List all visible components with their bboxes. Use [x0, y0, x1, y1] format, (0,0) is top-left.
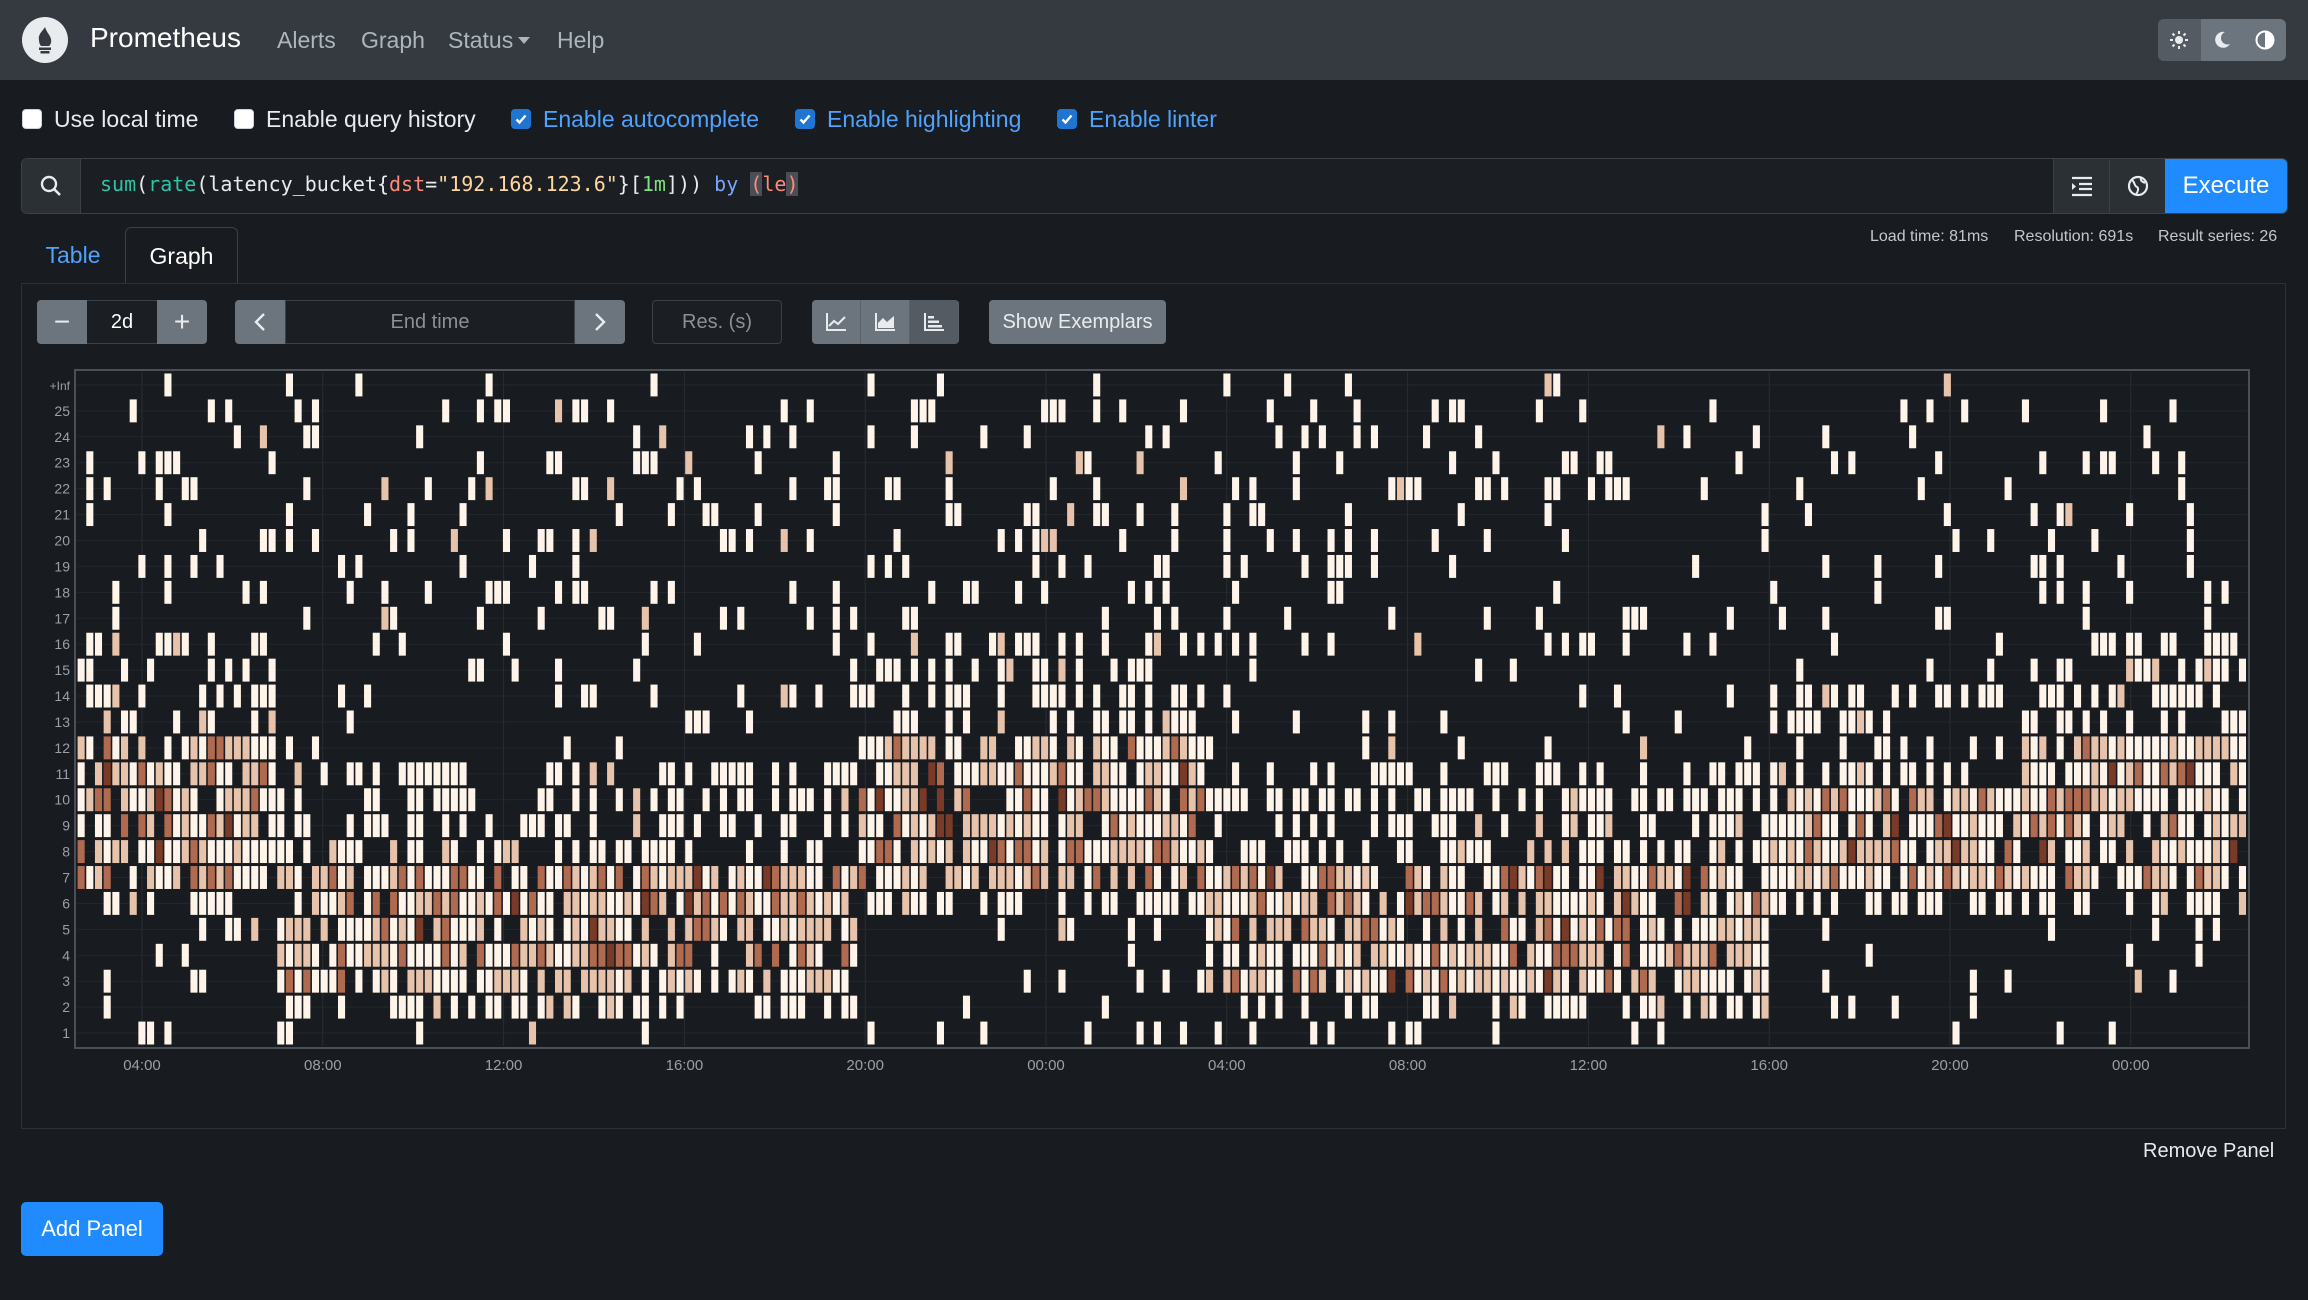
result-series: Result series: 26 — [2158, 228, 2278, 245]
option-label: Enable linter — [1089, 105, 1217, 132]
checkbox-unchecked[interactable] — [234, 109, 254, 129]
option-label: Use local time — [54, 105, 199, 132]
brand-title[interactable]: Prometheus — [90, 22, 241, 54]
sun-icon[interactable] — [2158, 19, 2201, 61]
chevron-down-icon — [518, 37, 531, 44]
end-time-input[interactable]: End time — [285, 300, 575, 344]
execute-button[interactable]: Execute — [2165, 159, 2287, 213]
format-icon[interactable] — [2053, 159, 2110, 213]
option-label: Enable highlighting — [827, 105, 1022, 132]
option-enable-linter[interactable]: Enable linter — [1057, 104, 1217, 134]
checkbox-checked-icon[interactable] — [511, 109, 531, 129]
load-time: Load time: 81ms — [1870, 228, 1989, 245]
theme-toggle-group — [2158, 19, 2286, 61]
option-label: Enable autocomplete — [543, 105, 760, 132]
option-label: Enable query history — [266, 105, 476, 132]
increase-range-button[interactable]: + — [157, 300, 207, 344]
show-exemplars-button[interactable]: Show Exemplars — [989, 300, 1166, 344]
chart-type-group — [812, 300, 959, 344]
chevron-right-icon[interactable] — [575, 300, 625, 344]
metrics-explorer-globe-icon[interactable] — [2109, 159, 2166, 213]
option-use-local-time[interactable]: Use local time — [22, 104, 198, 134]
tab-graph[interactable]: Graph — [125, 227, 238, 284]
nav-alerts[interactable]: Alerts — [277, 27, 336, 54]
chevron-left-icon[interactable] — [235, 300, 285, 344]
checkbox-checked-icon[interactable] — [1057, 109, 1077, 129]
option-enable-highlighting[interactable]: Enable highlighting — [795, 104, 1021, 134]
end-time-control: End time — [235, 300, 625, 344]
prometheus-logo-icon[interactable] — [22, 17, 68, 63]
range-control: − 2d + — [37, 300, 207, 344]
line-chart-icon[interactable] — [812, 300, 861, 344]
stacked-chart-icon[interactable] — [861, 300, 910, 344]
add-panel-button[interactable]: Add Panel — [21, 1202, 163, 1256]
checkbox-checked-icon[interactable] — [795, 109, 815, 129]
nav-help[interactable]: Help — [557, 27, 604, 54]
resolution: Resolution: 691s — [2014, 228, 2134, 245]
search-icon — [22, 159, 81, 213]
option-enable-query-history[interactable]: Enable query history — [234, 104, 476, 134]
nav-status[interactable]: Status — [448, 27, 531, 54]
contrast-icon[interactable] — [2243, 19, 2286, 61]
checkbox-unchecked[interactable] — [22, 109, 42, 129]
navbar: Prometheus Alerts Graph Status Help — [0, 0, 2308, 80]
remove-panel-link[interactable]: Remove Panel — [2143, 1140, 2274, 1163]
query-input[interactable]: sum(rate(latency_bucket{dst="192.168.123… — [100, 172, 799, 196]
option-enable-autocomplete[interactable]: Enable autocomplete — [511, 104, 759, 134]
resolution-input[interactable]: Res. (s) — [652, 300, 782, 344]
moon-icon[interactable] — [2201, 19, 2244, 61]
range-input[interactable]: 2d — [87, 300, 157, 344]
nav-graph[interactable]: Graph — [361, 27, 425, 54]
decrease-range-button[interactable]: − — [37, 300, 87, 344]
heatmap-chart-icon[interactable] — [910, 300, 959, 344]
graph-panel — [21, 283, 2286, 1129]
tab-table[interactable]: Table — [22, 227, 124, 283]
query-bar: sum(rate(latency_bucket{dst="192.168.123… — [21, 158, 2288, 214]
nav-status-label: Status — [448, 27, 514, 53]
